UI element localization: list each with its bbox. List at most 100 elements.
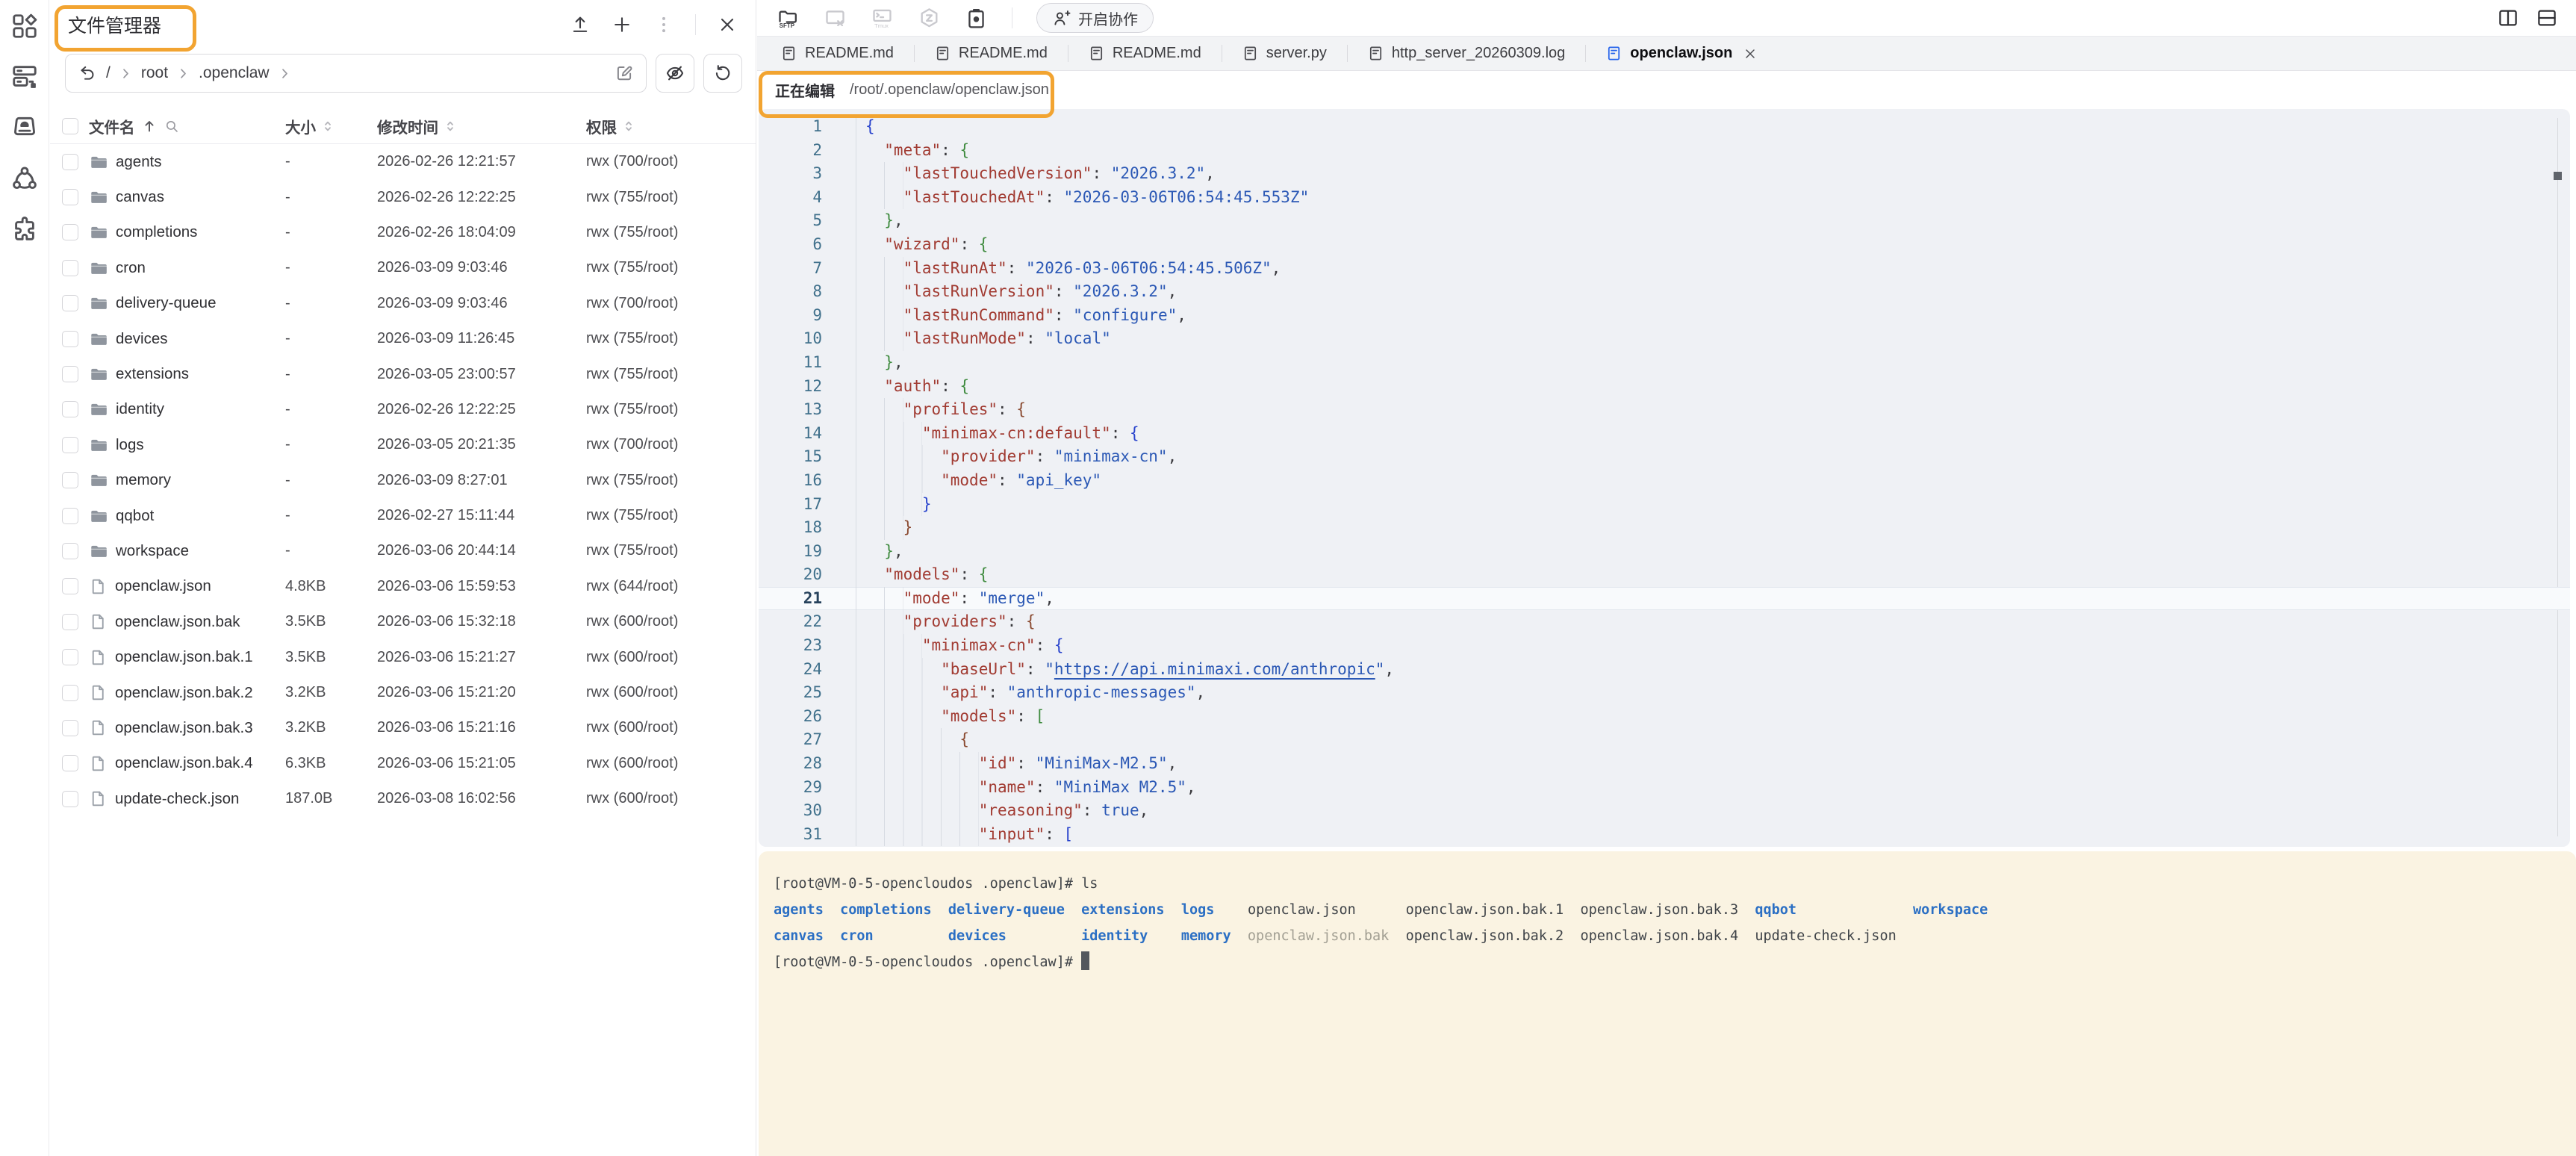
code-line[interactable]: 29 "name": "MiniMax M2.5", [759,776,2570,800]
file-row[interactable]: workspace-2026-03-06 20:44:14rwx (755/ro… [50,533,756,568]
code-line[interactable]: 20"models": { [759,563,2570,587]
row-checkbox[interactable] [62,578,78,594]
code-line[interactable]: 18 } [759,516,2570,540]
monitor-x-icon[interactable] [824,7,847,30]
file-row[interactable]: identity-2026-02-26 12:22:25rwx (755/roo… [50,392,756,427]
row-checkbox[interactable] [62,260,78,276]
code-line[interactable]: 11}, [759,351,2570,375]
code-line[interactable]: 14 "minimax-cn:default": { [759,422,2570,446]
apps-grid-icon[interactable] [10,12,39,40]
row-checkbox[interactable] [62,401,78,417]
row-checkbox[interactable] [62,755,78,771]
file-row[interactable]: extensions-2026-03-05 23:00:57rwx (755/r… [50,356,756,391]
row-checkbox[interactable] [62,331,78,347]
code-line[interactable]: 25 "api": "anthropic-messages", [759,681,2570,705]
split-columns-icon[interactable] [2497,7,2519,29]
file-row[interactable]: canvas-2026-02-26 12:22:25rwx (755/root) [50,179,756,214]
start-collaboration-button[interactable]: 开启协作 [1036,3,1154,33]
refresh-button[interactable] [703,54,742,93]
hexagon-icon[interactable] [918,7,941,30]
code-line[interactable]: 12"auth": { [759,375,2570,399]
code-line[interactable]: 21 "mode": "merge", [759,587,2570,611]
file-row[interactable]: completions-2026-02-26 18:04:09rwx (755/… [50,215,756,250]
file-row[interactable]: update-check.json187.0B2026-03-08 16:02:… [50,781,756,816]
file-row[interactable]: openclaw.json.bak3.5KB2026-03-06 15:32:1… [50,604,756,639]
editor-tab[interactable]: server.py [1222,37,1347,70]
tmux-icon[interactable]: Tmux [871,7,894,30]
kebab-menu-icon[interactable] [653,14,674,35]
row-checkbox[interactable] [62,366,78,382]
row-checkbox[interactable] [62,543,78,559]
sort-icon[interactable] [320,119,335,134]
file-row[interactable]: memory-2026-03-09 8:27:01rwx (755/root) [50,463,756,498]
code-line[interactable]: 23 "minimax-cn": { [759,634,2570,658]
file-row[interactable]: logs-2026-03-05 20:21:35rwx (700/root) [50,427,756,462]
code-line[interactable]: 5}, [759,209,2570,233]
breadcrumb-segment-openclaw[interactable]: .openclaw [199,64,270,82]
search-icon[interactable] [164,118,180,134]
code-line[interactable]: 10 "lastRunMode": "local" [759,327,2570,351]
row-checkbox[interactable] [62,224,78,240]
code-line[interactable]: 6"wizard": { [759,233,2570,257]
undo-icon[interactable] [78,63,97,83]
row-checkbox[interactable] [62,472,78,488]
arrow-up-icon[interactable] [141,118,158,134]
breadcrumb-segment-root[interactable]: root [141,64,168,82]
code-line[interactable]: 27 { [759,728,2570,752]
editor-tab[interactable]: openclaw.json [1585,37,1778,70]
row-checkbox[interactable] [62,720,78,736]
editor-tab[interactable]: http_server_20260309.log [1347,37,1585,70]
screen-record-icon[interactable] [965,7,988,30]
upload-icon[interactable] [570,14,591,35]
split-rows-icon[interactable] [2536,7,2558,29]
file-row[interactable]: devices-2026-03-09 11:26:45rwx (755/root… [50,321,756,356]
code-line[interactable]: 4 "lastTouchedAt": "2026-03-06T06:54:45.… [759,186,2570,210]
file-row[interactable]: qqbot-2026-02-27 15:11:44rwx (755/root) [50,498,756,533]
column-header-name[interactable]: 文件名 [89,115,285,137]
row-checkbox[interactable] [62,685,78,701]
row-checkbox[interactable] [62,154,78,170]
close-icon[interactable] [717,14,738,35]
breadcrumb-segment-root-slash[interactable]: / [106,64,111,82]
file-row[interactable]: openclaw.json4.8KB2026-03-06 15:59:53rwx… [50,569,756,604]
toggle-hidden-files-button[interactable] [656,54,694,93]
code-line[interactable]: 16 "mode": "api_key" [759,469,2570,493]
sort-icon[interactable] [621,119,636,134]
edit-icon[interactable] [615,63,634,83]
code-line[interactable]: 2"meta": { [759,139,2570,163]
editor-tab[interactable]: README.md [760,37,914,70]
file-row[interactable]: openclaw.json.bak.13.5KB2026-03-06 15:21… [50,639,756,674]
file-row[interactable]: openclaw.json.bak.46.3KB2026-03-06 15:21… [50,746,756,781]
code-line[interactable]: 26 "models": [ [759,705,2570,729]
code-line[interactable]: 13 "profiles": { [759,398,2570,422]
sort-icon[interactable] [443,119,458,134]
plus-icon[interactable] [612,14,632,35]
sftp-icon[interactable]: SFTP [777,7,800,30]
column-header-perm[interactable]: 权限 [586,115,756,137]
file-row[interactable]: openclaw.json.bak.23.2KB2026-03-06 15:21… [50,675,756,710]
server-flow-icon[interactable] [10,63,39,91]
code-line[interactable]: 22 "providers": { [759,610,2570,634]
storage-drive-icon[interactable] [10,114,39,142]
code-line[interactable]: 24 "baseUrl": "https://api.minimaxi.com/… [759,658,2570,682]
row-checkbox[interactable] [62,791,78,807]
select-all-checkbox[interactable] [62,118,78,134]
row-checkbox[interactable] [62,649,78,665]
code-line[interactable]: 9 "lastRunCommand": "configure", [759,304,2570,328]
code-line[interactable]: 28 "id": "MiniMax-M2.5", [759,752,2570,776]
code-line[interactable]: 30 "reasoning": true, [759,799,2570,823]
column-header-mtime[interactable]: 修改时间 [377,115,586,137]
share-network-icon[interactable] [10,164,39,193]
file-row[interactable]: openclaw.json.bak.33.2KB2026-03-06 15:21… [50,710,756,745]
column-header-size[interactable]: 大小 [285,115,377,137]
code-line[interactable]: 1{ [759,115,2570,139]
row-checkbox[interactable] [62,295,78,311]
row-checkbox[interactable] [62,437,78,453]
editor-tab[interactable]: README.md [914,37,1068,70]
row-checkbox[interactable] [62,614,78,630]
file-row[interactable]: delivery-queue-2026-03-09 9:03:46rwx (70… [50,286,756,321]
code-line[interactable]: 8 "lastRunVersion": "2026.3.2", [759,280,2570,304]
row-checkbox[interactable] [62,189,78,205]
row-checkbox[interactable] [62,508,78,524]
code-line[interactable]: 31 "input": [ [759,823,2570,847]
